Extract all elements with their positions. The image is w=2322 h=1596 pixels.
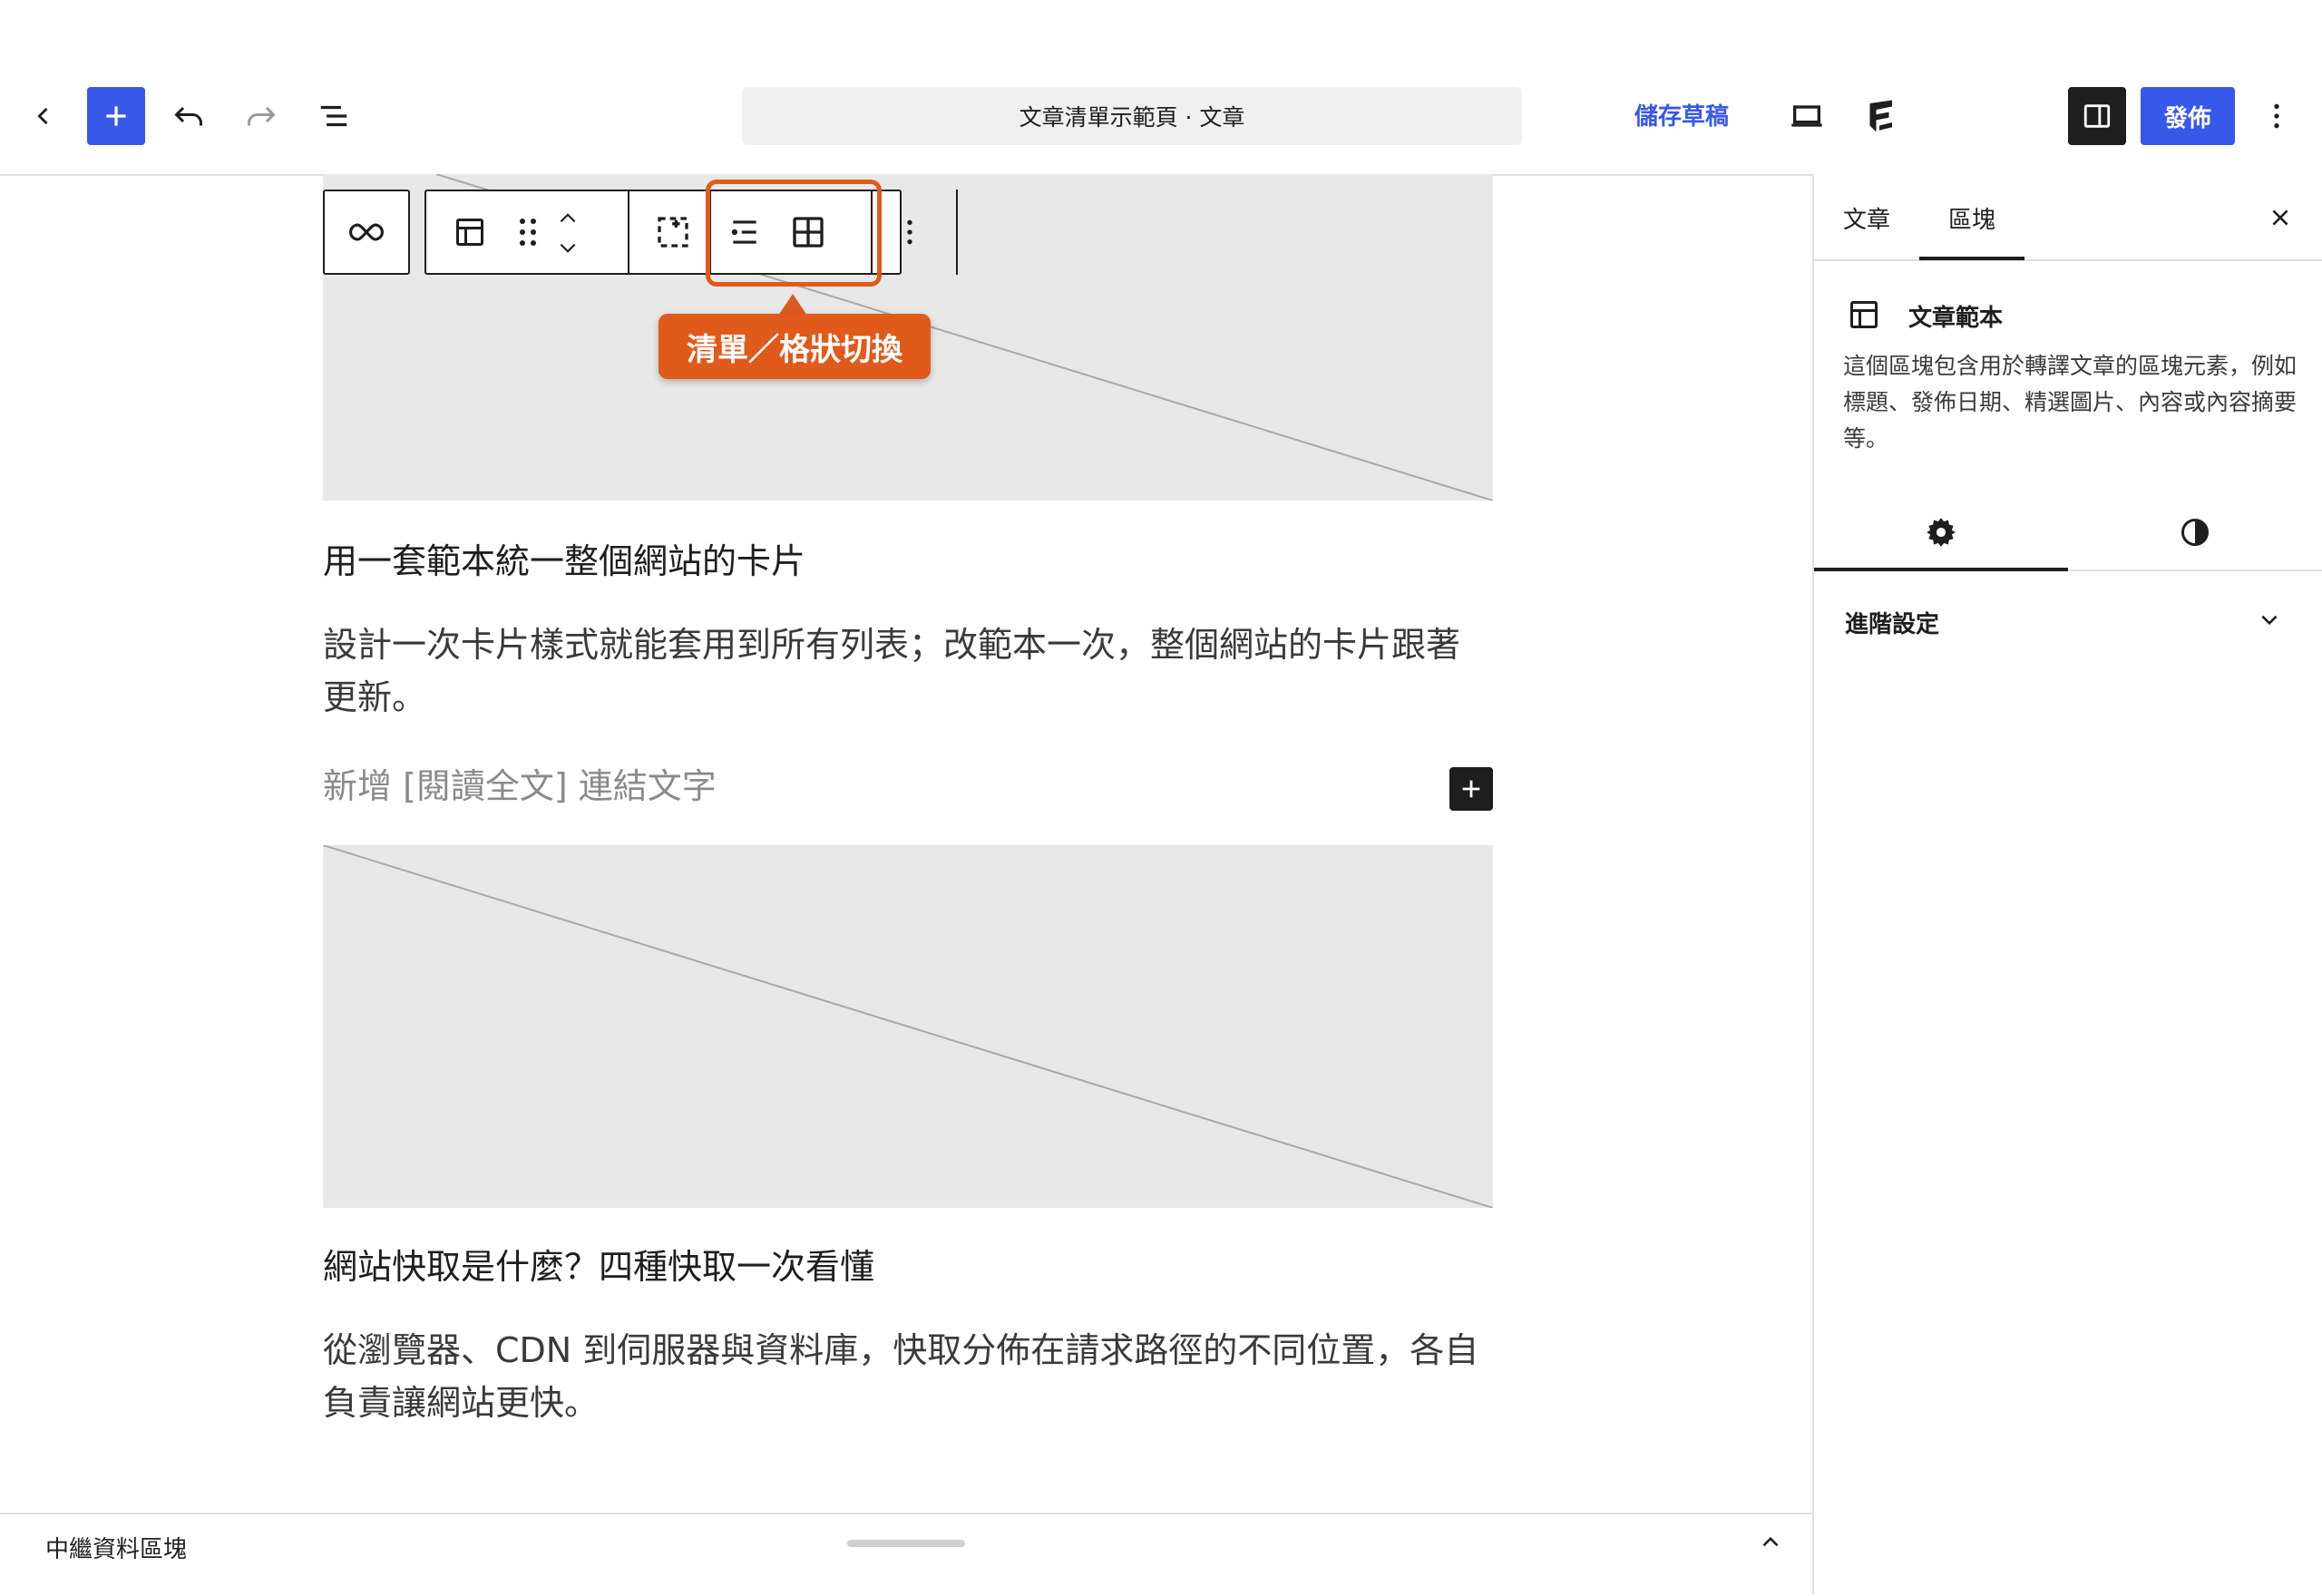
block-options-button[interactable]	[874, 191, 945, 273]
callout-label: 清單／格狀切換	[659, 314, 931, 379]
more-options-icon	[2274, 103, 2279, 129]
post-excerpt[interactable]: 從瀏覽器、CDN 到伺服器與資料庫，快取分佈在請求路徑的不同位置，各自負責讓網站…	[323, 1324, 1493, 1429]
save-draft-button[interactable]: 儲存草稿	[1634, 98, 1729, 131]
undo-icon	[174, 106, 202, 126]
post-template-icon	[456, 219, 483, 246]
publish-button[interactable]: 發佈	[2141, 87, 2235, 145]
toolbar-divider	[628, 191, 629, 273]
settings-subtab[interactable]	[1814, 497, 2068, 568]
more-options-button[interactable]	[2259, 94, 2295, 138]
chevron-down-icon	[2261, 615, 2278, 626]
move-down-button[interactable]	[550, 235, 586, 262]
active-subtab-indicator	[1814, 568, 2068, 571]
post-title[interactable]: 網站快取是什麼？四種快取一次看懂	[323, 1239, 874, 1289]
loop-icon	[349, 223, 384, 241]
undo-button[interactable]	[167, 94, 210, 138]
back-button[interactable]	[22, 94, 65, 138]
list-view-icon	[320, 105, 347, 127]
block-card-icon-wrap	[1843, 294, 1885, 336]
redo-icon	[248, 106, 276, 126]
settings-panel-toggle[interactable]	[2068, 87, 2126, 145]
footer-breadcrumb[interactable]: 中繼資料區塊	[45, 1531, 187, 1564]
toolbar-right-border	[956, 190, 958, 275]
post-excerpt[interactable]: 設計一次卡片樣式就能套用到所有列表；改範本一次，整個網站的卡片跟著更新。	[323, 618, 1493, 724]
close-icon	[2272, 209, 2288, 226]
add-block-button[interactable]	[87, 87, 145, 145]
callout-arrow	[778, 294, 807, 316]
tabs-divider	[1814, 259, 2322, 261]
advanced-expand-button[interactable]	[2249, 600, 2289, 640]
settings-panel-icon	[2083, 104, 2111, 128]
close-sidebar-button[interactable]	[2259, 196, 2302, 239]
query-loop-parent-button[interactable]	[325, 191, 408, 273]
drag-handle-icon	[520, 219, 536, 246]
document-title: 文章清單示範頁 · 文章	[1019, 104, 1245, 131]
site-logo-button[interactable]	[1856, 91, 1903, 141]
chevron-down-icon	[560, 243, 576, 253]
gear-icon	[1927, 518, 1956, 547]
post-template-icon	[1850, 301, 1878, 328]
plus-icon	[106, 106, 126, 126]
select-parent-button[interactable]	[639, 191, 707, 273]
dashed-box-icon	[658, 217, 688, 248]
advanced-panel-toggle[interactable]: 進階設定	[1845, 606, 1939, 639]
layout-toggle-highlight	[706, 180, 882, 287]
block-card-title: 文章範本	[1908, 305, 2004, 332]
tab-post[interactable]: 文章	[1843, 201, 1890, 235]
footer-expand-button[interactable]	[1751, 1523, 1790, 1560]
chevron-up-icon	[560, 213, 576, 223]
preview-icon	[1791, 105, 1822, 127]
move-up-button[interactable]	[550, 204, 586, 231]
redo-button[interactable]	[239, 94, 283, 138]
post-title[interactable]: 用一套範本統一整個網站的卡片	[323, 533, 805, 583]
back-icon	[37, 107, 48, 125]
contrast-icon	[2181, 519, 2209, 546]
block-card-description: 這個區塊包含用於轉譯文章的區塊元素，例如標題、發佈日期、精選圖片、內容或內容摘要…	[1843, 353, 2298, 452]
resize-handle[interactable]	[847, 1540, 965, 1547]
active-tab-indicator	[1919, 257, 2024, 260]
toolbar-parent-group	[323, 190, 410, 275]
add-block-inline-button[interactable]	[1449, 767, 1493, 811]
site-logo-icon	[1869, 100, 1892, 132]
preview-button[interactable]	[1783, 94, 1830, 138]
list-view-button[interactable]	[312, 94, 356, 138]
editor-footer	[0, 1513, 1812, 1596]
drag-handle[interactable]	[508, 191, 548, 273]
block-type-button[interactable]	[435, 191, 504, 273]
styles-subtab[interactable]	[2068, 497, 2322, 568]
chevron-up-icon	[1762, 1536, 1779, 1547]
tab-block[interactable]: 區塊	[1948, 201, 1995, 235]
document-title-bar[interactable]: 文章清單示範頁 · 文章	[742, 87, 1522, 145]
plus-icon	[1462, 780, 1480, 798]
more-vertical-icon	[907, 219, 912, 245]
featured-image-placeholder[interactable]	[323, 845, 1493, 1208]
read-more-placeholder[interactable]: 新增 [閱讀全文] 連結文字	[323, 758, 717, 808]
